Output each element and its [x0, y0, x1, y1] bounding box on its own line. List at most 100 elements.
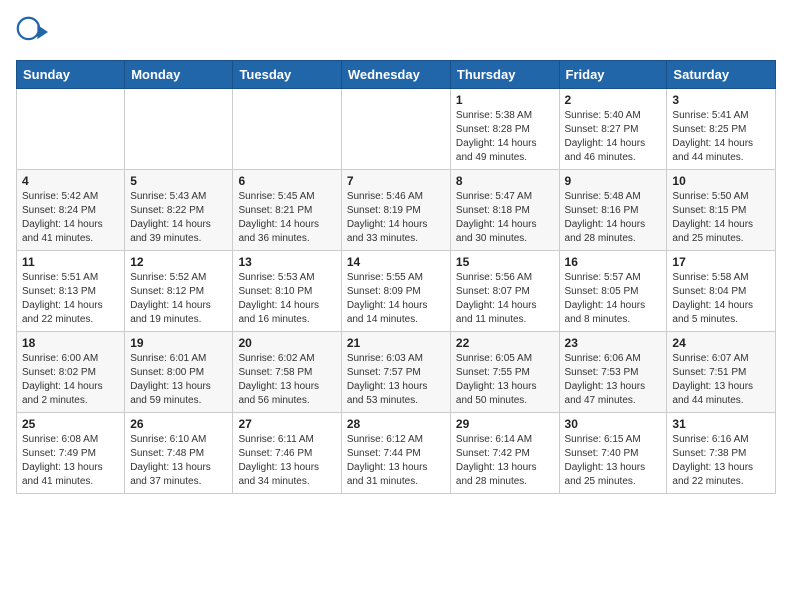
calendar-cell [125, 89, 233, 170]
day-number: 2 [565, 93, 662, 107]
day-info: Sunrise: 5:40 AM Sunset: 8:27 PM Dayligh… [565, 109, 662, 165]
day-info: Sunrise: 6:12 AM Sunset: 7:44 PM Dayligh… [347, 433, 445, 489]
calendar-table: SundayMondayTuesdayWednesdayThursdayFrid… [16, 60, 776, 494]
day-number: 31 [672, 417, 770, 431]
day-number: 14 [347, 255, 445, 269]
calendar-cell [341, 89, 450, 170]
day-info: Sunrise: 6:15 AM Sunset: 7:40 PM Dayligh… [565, 433, 662, 489]
day-number: 25 [22, 417, 119, 431]
calendar-cell: 21Sunrise: 6:03 AM Sunset: 7:57 PM Dayli… [341, 332, 450, 413]
calendar-cell: 25 Sunrise: 6:08 AM Sunset: 7:49 PM Dayli… [17, 413, 125, 494]
day-of-week-header: Monday [125, 61, 233, 89]
calendar-week-row: 4 Sunrise: 5:42 AM Sunset: 8:24 PM Daylig… [17, 170, 776, 251]
day-number: 15 [456, 255, 554, 269]
calendar-cell: 11 Sunrise: 5:51 AM Sunset: 8:13 PM Dayli… [17, 251, 125, 332]
calendar-week-row: 11 Sunrise: 5:51 AM Sunset: 8:13 PM Dayli… [17, 251, 776, 332]
day-info: Sunrise: 6:02 AM Sunset: 7:58 PM Dayligh… [238, 352, 335, 408]
day-info: Sunrise: 5:53 AM Sunset: 8:10 PM Dayligh… [238, 271, 335, 327]
day-number: 24 [672, 336, 770, 350]
calendar-cell: 23 Sunrise: 6:06 AM Sunset: 7:53 PM Dayli… [559, 332, 667, 413]
page-header [16, 16, 776, 48]
calendar-cell: 29 Sunrise: 6:14 AM Sunset: 7:42 PM Dayli… [450, 413, 559, 494]
day-number: 10 [672, 174, 770, 188]
day-number: 3 [672, 93, 770, 107]
calendar-cell: 7Sunrise: 5:46 AM Sunset: 8:19 PM Daylig… [341, 170, 450, 251]
calendar-cell: 16 Sunrise: 5:57 AM Sunset: 8:05 PM Dayli… [559, 251, 667, 332]
day-number: 29 [456, 417, 554, 431]
calendar-cell: 18 Sunrise: 6:00 AM Sunset: 8:02 PM Dayli… [17, 332, 125, 413]
calendar-cell: 1 Sunrise: 5:38 AM Sunset: 8:28 PM Daylig… [450, 89, 559, 170]
calendar-cell: 31Sunrise: 6:16 AM Sunset: 7:38 PM Dayli… [667, 413, 776, 494]
calendar-cell: 20Sunrise: 6:02 AM Sunset: 7:58 PM Dayli… [233, 332, 341, 413]
day-info: Sunrise: 5:46 AM Sunset: 8:19 PM Dayligh… [347, 190, 445, 246]
calendar-cell: 12 Sunrise: 5:52 AM Sunset: 8:12 PM Dayli… [125, 251, 233, 332]
day-info: Sunrise: 6:01 AM Sunset: 8:00 PM Dayligh… [130, 352, 227, 408]
calendar-cell: 3 Sunrise: 5:41 AM Sunset: 8:25 PM Daylig… [667, 89, 776, 170]
calendar-cell: 28 Sunrise: 6:12 AM Sunset: 7:44 PM Dayli… [341, 413, 450, 494]
logo [16, 16, 52, 48]
day-number: 9 [565, 174, 662, 188]
day-of-week-header: Thursday [450, 61, 559, 89]
calendar-cell: 2 Sunrise: 5:40 AM Sunset: 8:27 PM Daylig… [559, 89, 667, 170]
day-number: 22 [456, 336, 554, 350]
day-info: Sunrise: 5:42 AM Sunset: 8:24 PM Dayligh… [22, 190, 119, 246]
calendar-cell: 26Sunrise: 6:10 AM Sunset: 7:48 PM Dayli… [125, 413, 233, 494]
day-info: Sunrise: 6:05 AM Sunset: 7:55 PM Dayligh… [456, 352, 554, 408]
calendar-cell: 30 Sunrise: 6:15 AM Sunset: 7:40 PM Dayli… [559, 413, 667, 494]
day-number: 4 [22, 174, 119, 188]
day-number: 16 [565, 255, 662, 269]
day-number: 19 [130, 336, 227, 350]
day-info: Sunrise: 5:58 AM Sunset: 8:04 PM Dayligh… [672, 271, 770, 327]
calendar-cell: 24 Sunrise: 6:07 AM Sunset: 7:51 PM Dayli… [667, 332, 776, 413]
calendar-cell [233, 89, 341, 170]
calendar-week-row: 1 Sunrise: 5:38 AM Sunset: 8:28 PM Daylig… [17, 89, 776, 170]
day-number: 11 [22, 255, 119, 269]
day-info: Sunrise: 6:07 AM Sunset: 7:51 PM Dayligh… [672, 352, 770, 408]
day-number: 28 [347, 417, 445, 431]
calendar-cell: 27 Sunrise: 6:11 AM Sunset: 7:46 PM Dayli… [233, 413, 341, 494]
day-info: Sunrise: 6:06 AM Sunset: 7:53 PM Dayligh… [565, 352, 662, 408]
day-of-week-header: Saturday [667, 61, 776, 89]
day-number: 27 [238, 417, 335, 431]
calendar-cell: 14 Sunrise: 5:55 AM Sunset: 8:09 PM Dayli… [341, 251, 450, 332]
calendar-cell: 13Sunrise: 5:53 AM Sunset: 8:10 PM Dayli… [233, 251, 341, 332]
calendar-cell: 5 Sunrise: 5:43 AM Sunset: 8:22 PM Daylig… [125, 170, 233, 251]
day-info: Sunrise: 6:00 AM Sunset: 8:02 PM Dayligh… [22, 352, 119, 408]
calendar-week-row: 25 Sunrise: 6:08 AM Sunset: 7:49 PM Dayli… [17, 413, 776, 494]
calendar-header-row: SundayMondayTuesdayWednesdayThursdayFrid… [17, 61, 776, 89]
day-info: Sunrise: 5:51 AM Sunset: 8:13 PM Dayligh… [22, 271, 119, 327]
day-info: Sunrise: 6:11 AM Sunset: 7:46 PM Dayligh… [238, 433, 335, 489]
calendar-cell [17, 89, 125, 170]
day-info: Sunrise: 5:45 AM Sunset: 8:21 PM Dayligh… [238, 190, 335, 246]
calendar-cell: 19 Sunrise: 6:01 AM Sunset: 8:00 PM Dayli… [125, 332, 233, 413]
calendar-cell: 6 Sunrise: 5:45 AM Sunset: 8:21 PM Daylig… [233, 170, 341, 251]
day-number: 18 [22, 336, 119, 350]
day-info: Sunrise: 5:57 AM Sunset: 8:05 PM Dayligh… [565, 271, 662, 327]
day-info: Sunrise: 5:43 AM Sunset: 8:22 PM Dayligh… [130, 190, 227, 246]
calendar-cell: 17 Sunrise: 5:58 AM Sunset: 8:04 PM Dayli… [667, 251, 776, 332]
calendar-cell: 15 Sunrise: 5:56 AM Sunset: 8:07 PM Dayli… [450, 251, 559, 332]
day-info: Sunrise: 5:41 AM Sunset: 8:25 PM Dayligh… [672, 109, 770, 165]
day-info: Sunrise: 6:14 AM Sunset: 7:42 PM Dayligh… [456, 433, 554, 489]
day-number: 1 [456, 93, 554, 107]
day-number: 30 [565, 417, 662, 431]
calendar-cell: 22 Sunrise: 6:05 AM Sunset: 7:55 PM Dayli… [450, 332, 559, 413]
day-info: Sunrise: 5:52 AM Sunset: 8:12 PM Dayligh… [130, 271, 227, 327]
day-number: 5 [130, 174, 227, 188]
calendar-cell: 8Sunrise: 5:47 AM Sunset: 8:18 PM Daylig… [450, 170, 559, 251]
day-number: 17 [672, 255, 770, 269]
day-number: 23 [565, 336, 662, 350]
day-info: Sunrise: 6:03 AM Sunset: 7:57 PM Dayligh… [347, 352, 445, 408]
logo-icon [16, 16, 48, 48]
day-number: 6 [238, 174, 335, 188]
day-info: Sunrise: 5:38 AM Sunset: 8:28 PM Dayligh… [456, 109, 554, 165]
calendar-week-row: 18 Sunrise: 6:00 AM Sunset: 8:02 PM Dayli… [17, 332, 776, 413]
day-of-week-header: Sunday [17, 61, 125, 89]
day-number: 12 [130, 255, 227, 269]
day-info: Sunrise: 6:08 AM Sunset: 7:49 PM Dayligh… [22, 433, 119, 489]
day-info: Sunrise: 5:56 AM Sunset: 8:07 PM Dayligh… [456, 271, 554, 327]
day-of-week-header: Wednesday [341, 61, 450, 89]
day-info: Sunrise: 5:48 AM Sunset: 8:16 PM Dayligh… [565, 190, 662, 246]
day-info: Sunrise: 5:55 AM Sunset: 8:09 PM Dayligh… [347, 271, 445, 327]
day-info: Sunrise: 6:10 AM Sunset: 7:48 PM Dayligh… [130, 433, 227, 489]
